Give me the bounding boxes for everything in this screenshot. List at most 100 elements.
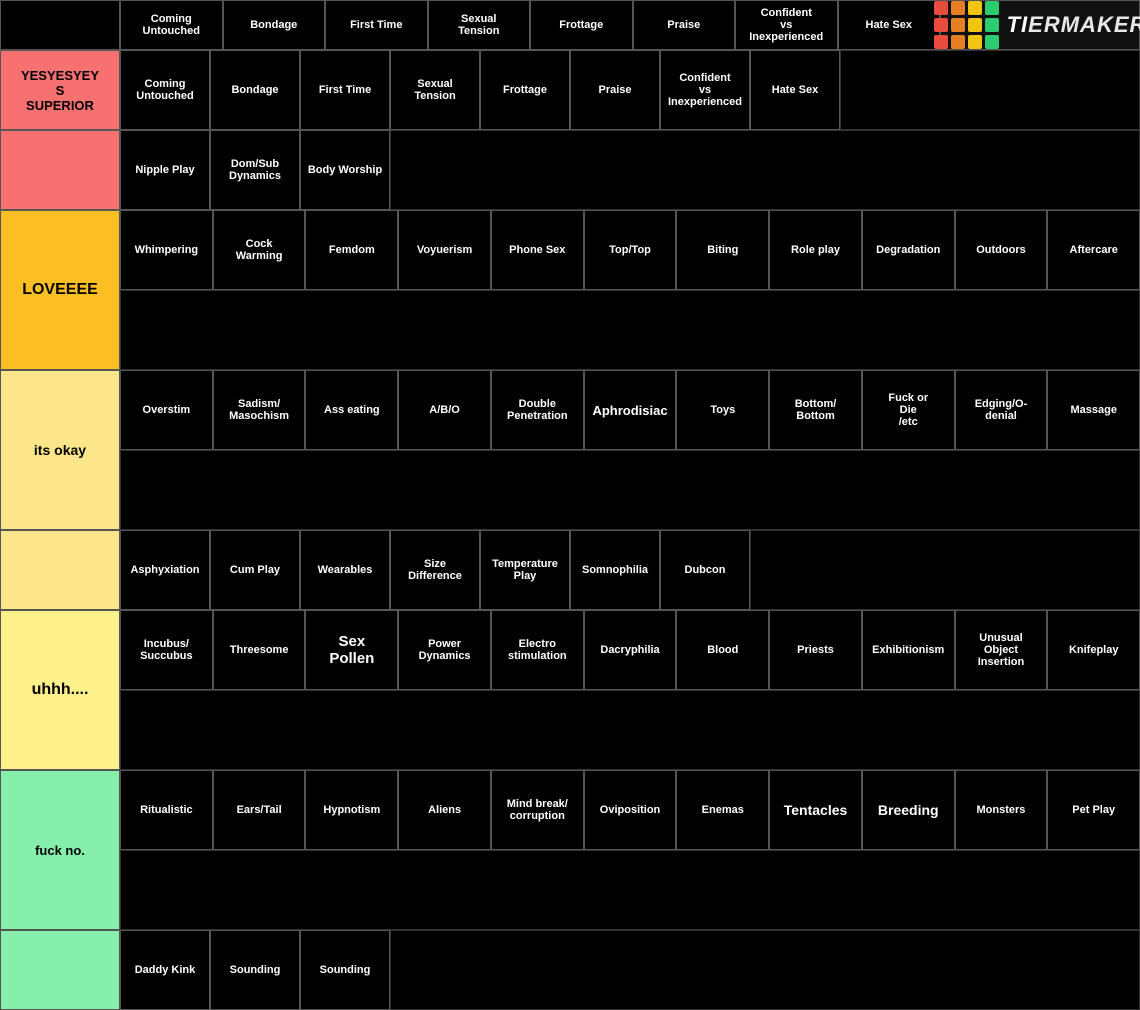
list-item[interactable]: Wearables — [300, 530, 390, 610]
list-item[interactable]: Knifeplay — [1047, 610, 1140, 690]
list-item[interactable]: Enemas — [676, 770, 769, 850]
list-item[interactable]: DoublePenetration — [491, 370, 584, 450]
tier-d-items2: Daddy Kink Sounding Sounding — [120, 930, 1140, 1010]
list-item[interactable]: Mind break/corruption — [491, 770, 584, 850]
list-item[interactable]: ConfidentvsInexperienced — [660, 50, 750, 130]
tiermaker-container: ComingUntouched Bondage First Time Sexua… — [0, 0, 1140, 1010]
list-item[interactable]: SizeDifference — [390, 530, 480, 610]
tier-s-label: YESYESYEYSSUPERIOR — [0, 50, 120, 130]
list-item[interactable]: Outdoors — [955, 210, 1048, 290]
list-item[interactable]: Bottom/Bottom — [769, 370, 862, 450]
tier-d-row2: Daddy Kink Sounding Sounding — [0, 930, 1140, 1010]
list-item[interactable]: Breeding — [862, 770, 955, 850]
list-item[interactable]: Daddy Kink — [120, 930, 210, 1010]
list-item[interactable]: UnusualObjectInsertion — [955, 610, 1048, 690]
list-item[interactable]: Voyuerism — [398, 210, 491, 290]
tier-b-items2: Asphyxiation Cum Play Wearables SizeDiff… — [120, 530, 1140, 610]
tier-d-row: fuck no. Ritualistic Ears/Tail Hypnotism… — [0, 770, 1140, 930]
tier-c-row: uhhh.... Incubus/Succubus Threesome SexP… — [0, 610, 1140, 770]
list-item[interactable]: Massage — [1047, 370, 1140, 450]
empty-cell — [120, 290, 1140, 370]
list-item[interactable]: Oviposition — [584, 770, 677, 850]
list-item[interactable]: First Time — [300, 50, 390, 130]
list-item[interactable]: Biting — [676, 210, 769, 290]
logo-dot — [934, 18, 948, 32]
list-item[interactable]: Femdom — [305, 210, 398, 290]
list-item[interactable]: Overstim — [120, 370, 213, 450]
list-item[interactable]: Sounding — [300, 930, 390, 1010]
list-item[interactable]: SexualTension — [390, 50, 480, 130]
list-item[interactable]: Asphyxiation — [120, 530, 210, 610]
list-item[interactable]: Ears/Tail — [213, 770, 306, 850]
list-item[interactable]: Nipple Play — [120, 130, 210, 210]
header-col-5: Frottage — [530, 0, 633, 50]
list-item[interactable]: Body Worship — [300, 130, 390, 210]
list-item[interactable]: Hypnotism — [305, 770, 398, 850]
list-item[interactable]: A/B/O — [398, 370, 491, 450]
logo-dot — [968, 18, 982, 32]
list-item[interactable]: SexPollen — [305, 610, 398, 690]
empty-cell — [750, 530, 1140, 610]
list-item[interactable]: PowerDynamics — [398, 610, 491, 690]
list-item[interactable]: Aliens — [398, 770, 491, 850]
header-col-3: First Time — [325, 0, 428, 50]
header-col-2: Bondage — [223, 0, 326, 50]
list-item[interactable]: Incubus/Succubus — [120, 610, 213, 690]
tier-c-items: Incubus/Succubus Threesome SexPollen Pow… — [120, 610, 1140, 770]
logo-dot — [985, 35, 999, 49]
list-item[interactable]: Phone Sex — [491, 210, 584, 290]
tier-c-label: uhhh.... — [0, 610, 120, 770]
header-label — [0, 0, 120, 50]
list-item[interactable]: Somnophilia — [570, 530, 660, 610]
tier-s-row: YESYESYEYSSUPERIOR ComingUntouched Bonda… — [0, 50, 1140, 130]
list-item[interactable]: Dacryphilia — [584, 610, 677, 690]
list-item[interactable]: Blood — [676, 610, 769, 690]
logo-dot — [968, 1, 982, 15]
empty-cell — [120, 850, 1140, 930]
header-col-7: ConfidentvsInexperienced — [735, 0, 838, 50]
list-item[interactable]: Pet Play — [1047, 770, 1140, 850]
list-item[interactable]: Monsters — [955, 770, 1048, 850]
list-item[interactable]: Whimpering — [120, 210, 213, 290]
logo-dot — [968, 35, 982, 49]
list-item[interactable]: Fuck orDie/etc — [862, 370, 955, 450]
list-item[interactable]: Praise — [570, 50, 660, 130]
list-item[interactable]: Dubcon — [660, 530, 750, 610]
logo-text: TiERMAKER — [1007, 12, 1140, 38]
list-item[interactable]: Role play — [769, 210, 862, 290]
list-item[interactable]: ComingUntouched — [120, 50, 210, 130]
list-item[interactable]: Tentacles — [769, 770, 862, 850]
list-item[interactable]: CockWarming — [213, 210, 306, 290]
list-item[interactable]: Toys — [676, 370, 769, 450]
list-item[interactable]: Threesome — [213, 610, 306, 690]
list-item[interactable]: Aftercare — [1047, 210, 1140, 290]
list-item[interactable]: Cum Play — [210, 530, 300, 610]
list-item[interactable]: Priests — [769, 610, 862, 690]
list-item[interactable]: Sounding — [210, 930, 300, 1010]
list-item[interactable]: Edging/O-denial — [955, 370, 1048, 450]
empty-cell — [390, 130, 1140, 210]
logo-dot — [951, 35, 965, 49]
empty-cell — [120, 450, 1140, 530]
tier-s-row2: Nipple Play Dom/SubDynamics Body Worship — [0, 130, 1140, 210]
logo-dot — [985, 18, 999, 32]
list-item[interactable]: Sadism/Masochism — [213, 370, 306, 450]
list-item[interactable]: Top/Top — [584, 210, 677, 290]
list-item[interactable]: Degradation — [862, 210, 955, 290]
list-item[interactable]: Hate Sex — [750, 50, 840, 130]
list-item[interactable]: Bondage — [210, 50, 300, 130]
tier-d-items: Ritualistic Ears/Tail Hypnotism Aliens M… — [120, 770, 1140, 930]
tier-b-label2 — [0, 530, 120, 610]
empty-cell — [120, 690, 1140, 770]
list-item[interactable]: Exhibitionism — [862, 610, 955, 690]
list-item[interactable]: Aphrodisiac — [584, 370, 677, 450]
logo-cell: TiERMAKER — [940, 0, 1140, 50]
list-item[interactable]: Electrostimulation — [491, 610, 584, 690]
tier-s-items: ComingUntouched Bondage First Time Sexua… — [120, 50, 1140, 130]
list-item[interactable]: Dom/SubDynamics — [210, 130, 300, 210]
list-item[interactable]: Frottage — [480, 50, 570, 130]
list-item[interactable]: Ritualistic — [120, 770, 213, 850]
list-item[interactable]: TemperaturePlay — [480, 530, 570, 610]
list-item[interactable]: Ass eating — [305, 370, 398, 450]
tier-s-items2: Nipple Play Dom/SubDynamics Body Worship — [120, 130, 1140, 210]
